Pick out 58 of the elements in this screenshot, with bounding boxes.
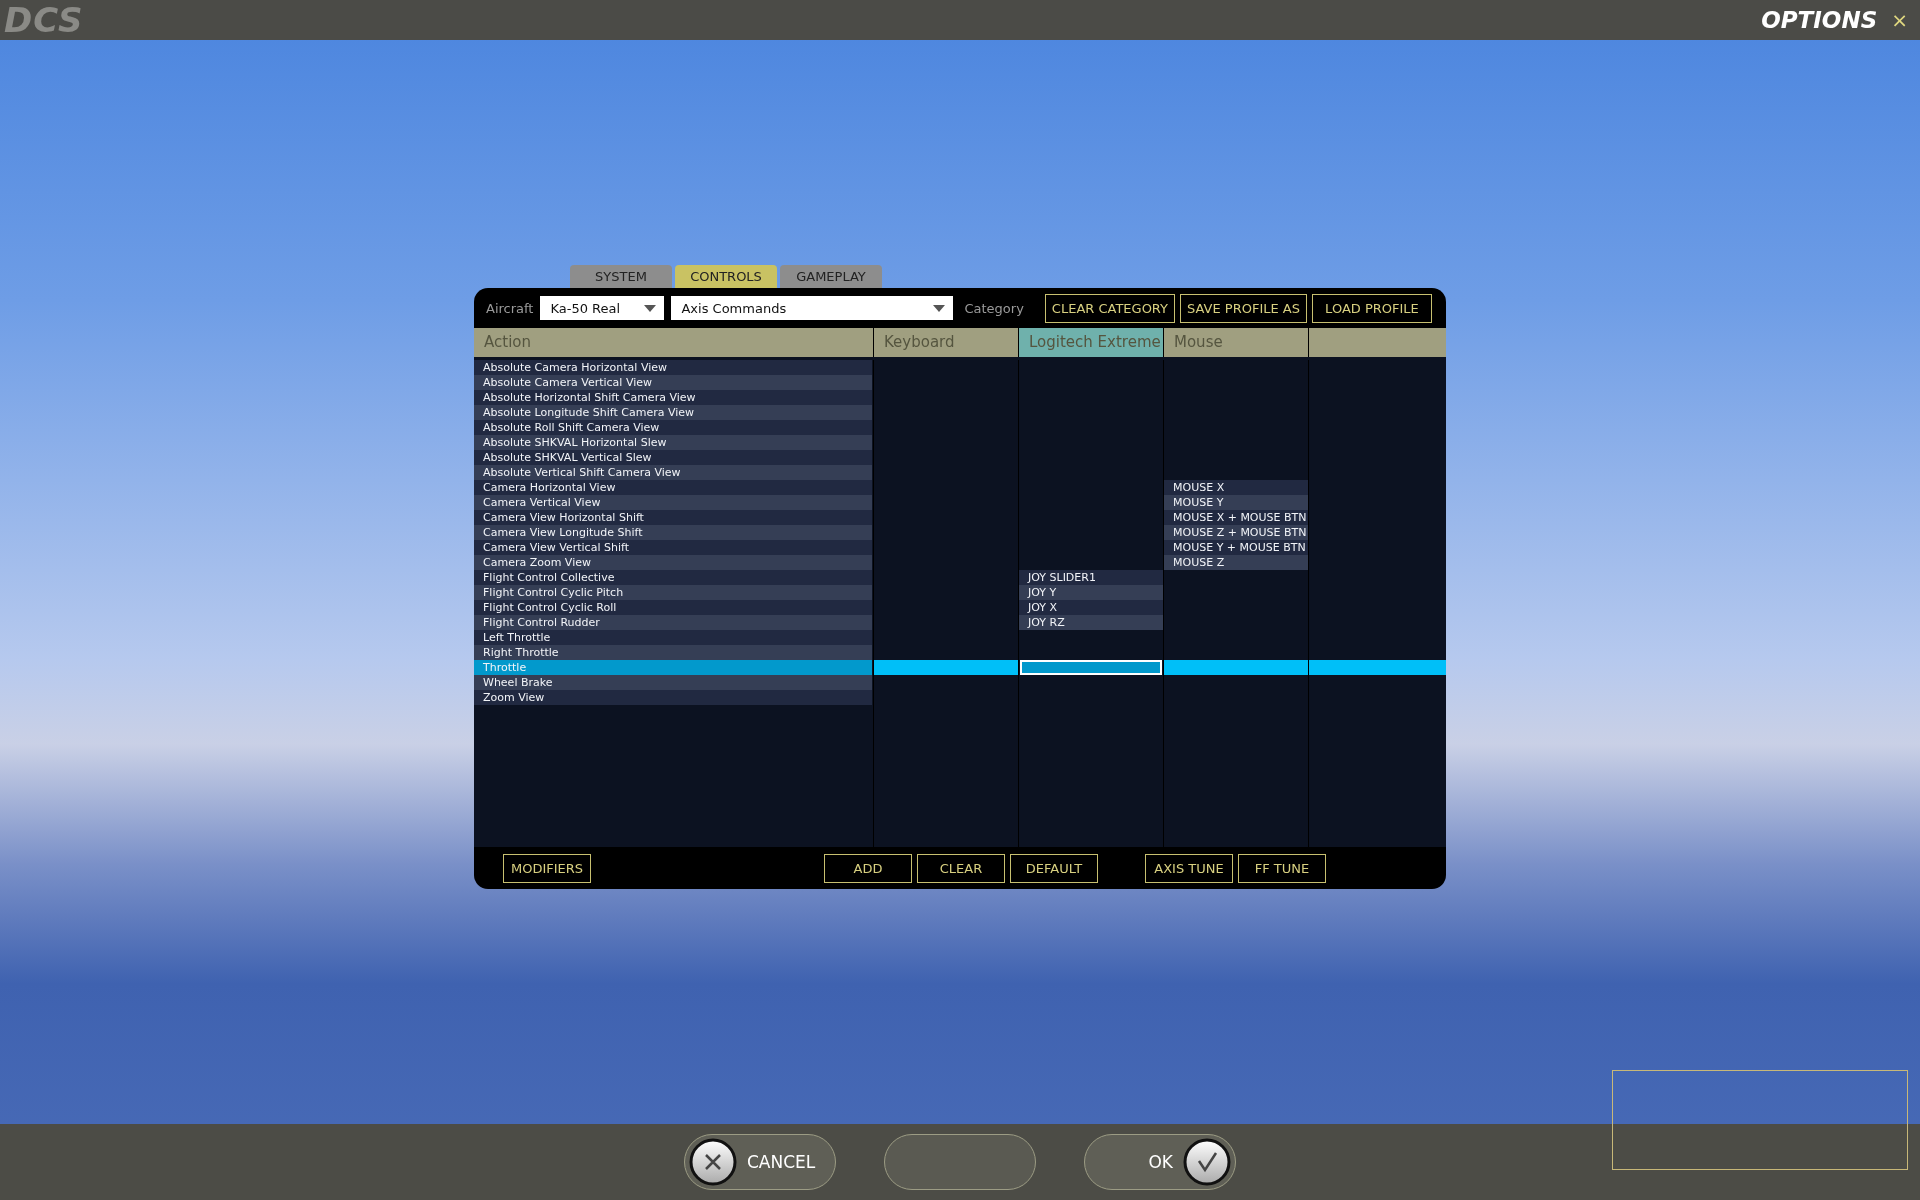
action-name[interactable]: Flight Control Collective (474, 570, 872, 585)
action-name[interactable]: Camera View Vertical Shift (474, 540, 872, 555)
action-name[interactable]: Absolute SHKVAL Vertical Slew (474, 450, 872, 465)
table-cell: JOY RZ (1019, 615, 1163, 630)
action-name[interactable]: Flight Control Rudder (474, 615, 872, 630)
action-name[interactable]: Camera View Horizontal Shift (474, 510, 872, 525)
table-cell: MOUSE Y + MOUSE BTN (1164, 540, 1308, 555)
action-name[interactable]: Absolute Horizontal Shift Camera View (474, 390, 872, 405)
action-name[interactable]: Flight Control Cyclic Roll (474, 600, 872, 615)
action-name[interactable]: Camera Zoom View (474, 555, 872, 570)
table-cell: JOY Y (1019, 585, 1163, 600)
action-name[interactable]: Camera Vertical View (474, 495, 872, 510)
close-button[interactable]: × (1887, 8, 1912, 32)
action-name[interactable]: Camera Horizontal View (474, 480, 872, 495)
ok-button[interactable]: OK (1084, 1134, 1236, 1190)
category-label: Category (964, 300, 1024, 316)
action-name[interactable]: Flight Control Cyclic Pitch (474, 585, 872, 600)
table-cell: MOUSE X (1164, 480, 1308, 495)
action-name[interactable]: Wheel Brake (474, 675, 872, 690)
action-name[interactable]: Absolute Longitude Shift Camera View (474, 405, 872, 420)
action-button[interactable]: AXIS TUNE (1145, 853, 1233, 883)
action-name[interactable]: Left Throttle (474, 630, 872, 645)
action-name[interactable]: Absolute SHKVAL Horizontal Slew (474, 435, 872, 450)
table-cell: MOUSE Z + MOUSE BTN (1164, 525, 1308, 540)
category-dropdown[interactable]: Axis Commands (671, 296, 954, 320)
cancel-button[interactable]: CANCEL (684, 1134, 836, 1190)
action-name[interactable]: Absolute Roll Shift Camera View (474, 420, 872, 435)
table-cell: MOUSE Z (1164, 555, 1308, 570)
logo: DCS (4, 1, 84, 39)
column-header[interactable] (1309, 328, 1446, 357)
toolbar-button[interactable]: CLEAR CATEGORY (1044, 293, 1175, 323)
tab[interactable]: SYSTEM (570, 265, 672, 288)
action-name[interactable]: Absolute Camera Vertical View (474, 375, 872, 390)
aircraft-label: Aircraft (486, 300, 534, 316)
tab[interactable]: CONTROLS (675, 265, 777, 288)
action-name[interactable]: Camera View Longitude Shift (474, 525, 872, 540)
table-cell: JOY X (1019, 600, 1163, 615)
table-cell: MOUSE X + MOUSE BTN (1164, 510, 1308, 525)
action-name[interactable]: Zoom View (474, 690, 872, 705)
action-button[interactable]: MODIFIERS (503, 853, 591, 883)
action-button[interactable]: ADD (824, 853, 912, 883)
action-button[interactable]: FF TUNE (1238, 853, 1326, 883)
table-cell: MOUSE Y (1164, 495, 1308, 510)
toolbar-button[interactable]: SAVE PROFILE AS (1180, 293, 1307, 323)
window-title: OPTIONS (1761, 7, 1878, 33)
caret-icon (644, 304, 657, 312)
caret-icon (933, 304, 946, 312)
toolbar-button[interactable]: LOAD PROFILE (1311, 293, 1432, 323)
action-name[interactable]: Absolute Camera Horizontal View (474, 360, 872, 375)
action-button[interactable]: DEFAULT (1010, 853, 1098, 883)
aircraft-dropdown[interactable]: Ka-50 Real (540, 296, 665, 320)
table-cell: JOY SLIDER1 (1019, 570, 1163, 585)
action-name[interactable]: Right Throttle (474, 645, 872, 660)
action-button[interactable]: CLEAR (917, 853, 1005, 883)
action-name[interactable]: Absolute Vertical Shift Camera View (474, 465, 872, 480)
check-icon (1183, 1138, 1231, 1186)
tab[interactable]: GAMEPLAY (780, 265, 882, 288)
close-icon (689, 1138, 737, 1186)
